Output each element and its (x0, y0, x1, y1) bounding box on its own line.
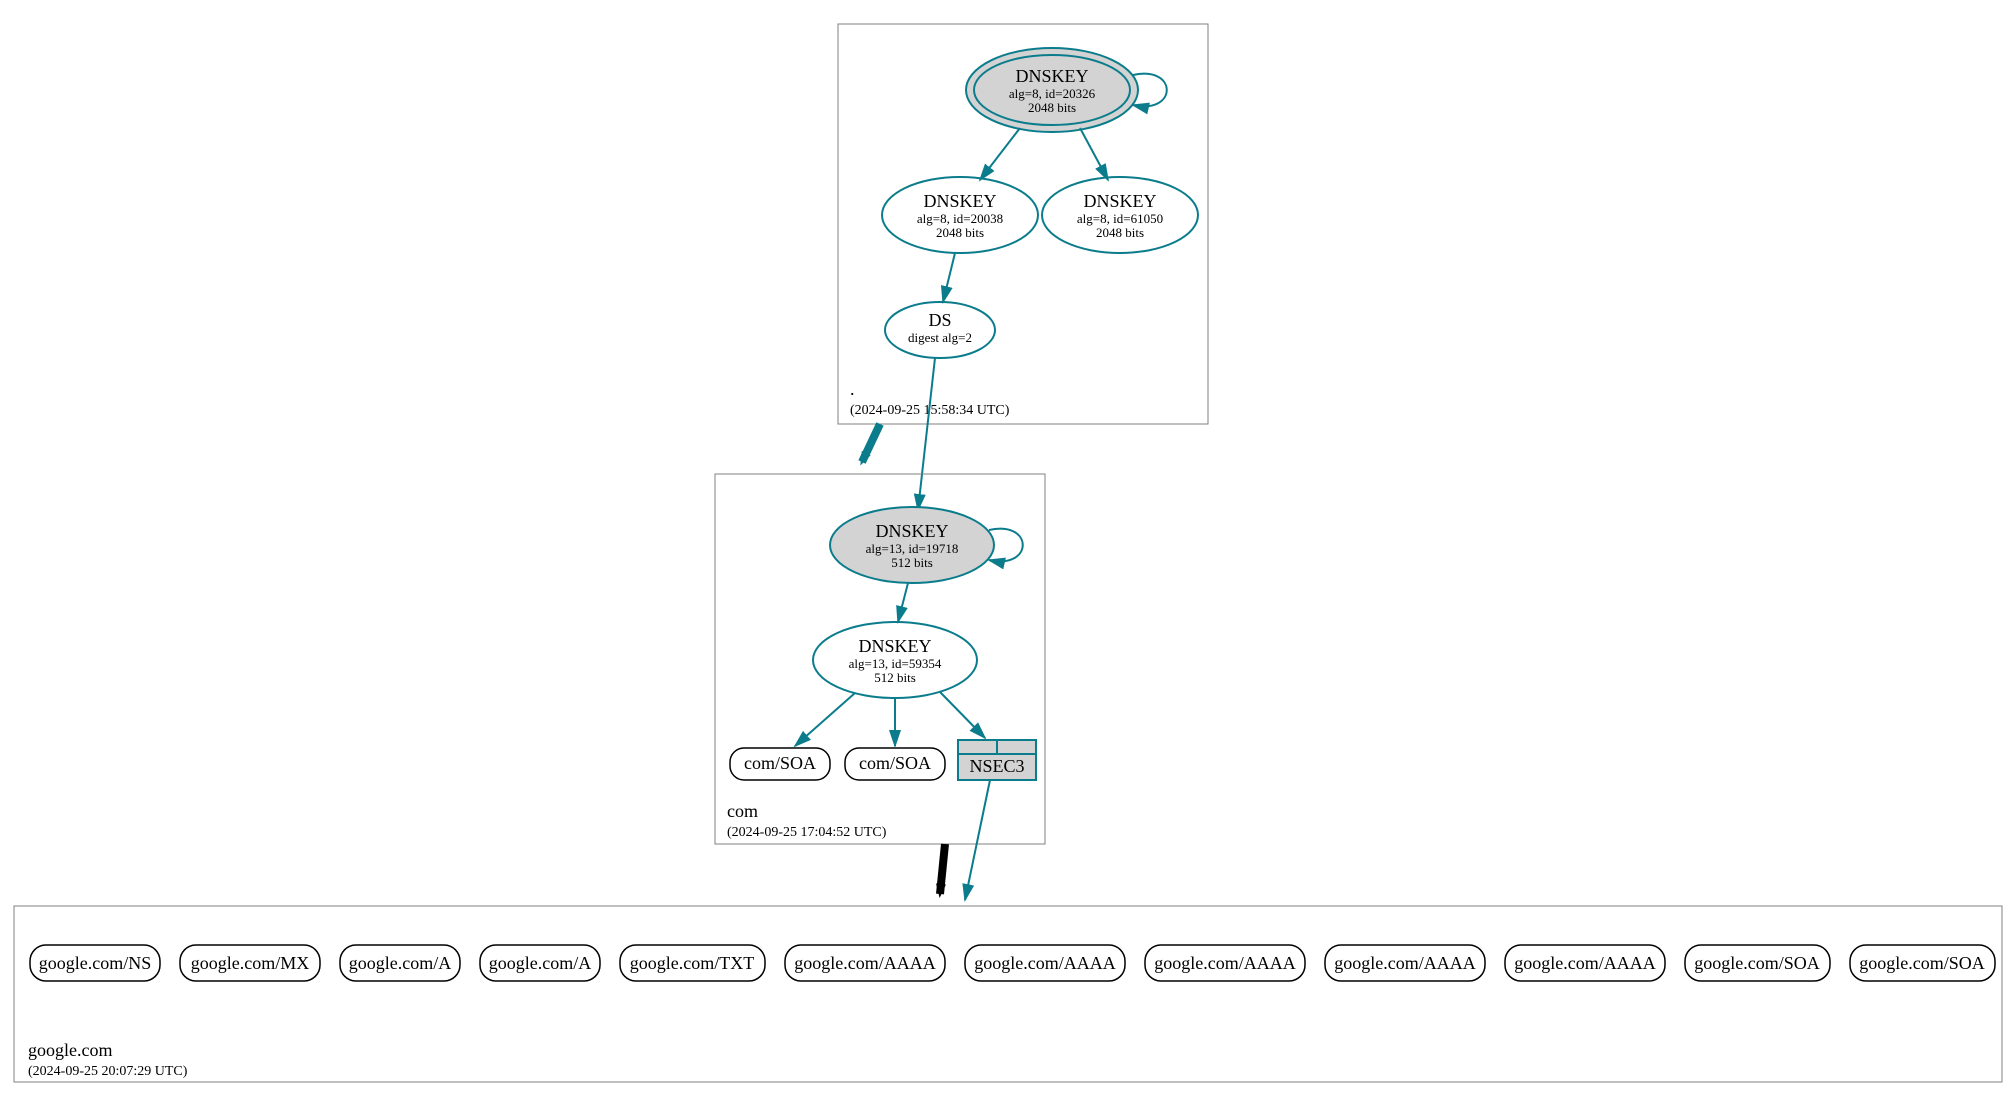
edge-root-ksk-zsk1 (980, 128, 1020, 180)
svg-text:digest alg=2: digest alg=2 (908, 330, 972, 345)
zone-box-google (14, 906, 2002, 1082)
svg-text:DNSKEY: DNSKEY (858, 636, 931, 656)
svg-text:NSEC3: NSEC3 (969, 756, 1024, 776)
svg-text:com/SOA: com/SOA (859, 753, 931, 773)
nsec3-box: NSEC3 (958, 740, 1036, 780)
svg-text:google.com/AAAA: google.com/AAAA (1514, 953, 1655, 973)
record-google-5: google.com/AAAA (785, 945, 945, 981)
svg-text:alg=13, id=59354: alg=13, id=59354 (849, 656, 942, 671)
record-google-1: google.com/MX (180, 945, 320, 981)
svg-text:alg=8, id=20326: alg=8, id=20326 (1009, 86, 1096, 101)
record-google-6: google.com/AAAA (965, 945, 1125, 981)
svg-text:google.com/A: google.com/A (349, 953, 451, 973)
edge-com-zsk-nsec3 (940, 692, 985, 738)
dnssec-diagram: . (2024-09-25 15:58:34 UTC) DNSKEY alg=8… (0, 0, 2016, 1094)
zone-timestamp-com: (2024-09-25 17:04:52 UTC) (727, 825, 887, 840)
record-com-soa-1: com/SOA (730, 748, 830, 780)
svg-text:google.com/AAAA: google.com/AAAA (794, 953, 935, 973)
zone-label-com: com (727, 801, 758, 821)
record-com-soa-2: com/SOA (845, 748, 945, 780)
zone-label-root: . (850, 379, 855, 399)
svg-text:alg=8, id=20038: alg=8, id=20038 (917, 211, 1003, 226)
svg-text:google.com/NS: google.com/NS (39, 953, 152, 973)
record-google-0: google.com/NS (30, 945, 160, 981)
dnskey-com-ksk: DNSKEY alg=13, id=19718 512 bits (830, 507, 994, 583)
svg-text:alg=8, id=61050: alg=8, id=61050 (1077, 211, 1163, 226)
svg-text:512 bits: 512 bits (874, 670, 916, 685)
edge-ds-to-com-ksk (918, 358, 935, 510)
dnskey-root-zsk2: DNSKEY alg=8, id=61050 2048 bits (1042, 177, 1198, 253)
svg-text:google.com/AAAA: google.com/AAAA (974, 953, 1115, 973)
edge-root-ksk-zsk2 (1080, 128, 1108, 180)
svg-text:google.com/A: google.com/A (489, 953, 591, 973)
record-google-9: google.com/AAAA (1505, 945, 1665, 981)
svg-text:google.com/SOA: google.com/SOA (1859, 953, 1985, 973)
zone-timestamp-google: (2024-09-25 20:07:29 UTC) (28, 1064, 188, 1079)
edge-com-ksk-zsk (898, 583, 908, 622)
svg-text:google.com/AAAA: google.com/AAAA (1334, 953, 1475, 973)
record-google-2: google.com/A (340, 945, 460, 981)
edge-nsec3-to-google (965, 780, 990, 900)
svg-text:DNSKEY: DNSKEY (923, 191, 996, 211)
edge-zone-root-to-com (862, 424, 880, 462)
record-google-3: google.com/A (480, 945, 600, 981)
record-google-11: google.com/SOA (1850, 945, 1995, 981)
svg-text:2048 bits: 2048 bits (936, 225, 984, 240)
edge-zone-com-to-google (940, 844, 945, 894)
record-google-8: google.com/AAAA (1325, 945, 1485, 981)
svg-text:google.com/TXT: google.com/TXT (630, 953, 754, 973)
zone-label-google: google.com (28, 1040, 112, 1060)
svg-text:DNSKEY: DNSKEY (875, 521, 948, 541)
svg-text:DNSKEY: DNSKEY (1015, 66, 1088, 86)
svg-text:com/SOA: com/SOA (744, 753, 816, 773)
edge-com-zsk-soa1 (795, 693, 855, 746)
svg-text:google.com/MX: google.com/MX (191, 953, 310, 973)
svg-text:DS: DS (928, 310, 951, 330)
svg-text:google.com/AAAA: google.com/AAAA (1154, 953, 1295, 973)
dnskey-root-ksk: DNSKEY alg=8, id=20326 2048 bits (966, 48, 1138, 132)
dnskey-root-zsk1: DNSKEY alg=8, id=20038 2048 bits (882, 177, 1038, 253)
svg-text:alg=13, id=19718: alg=13, id=19718 (866, 541, 959, 556)
svg-text:google.com/SOA: google.com/SOA (1694, 953, 1820, 973)
svg-text:2048 bits: 2048 bits (1096, 225, 1144, 240)
svg-text:2048 bits: 2048 bits (1028, 100, 1076, 115)
record-google-4: google.com/TXT (620, 945, 765, 981)
record-google-10: google.com/SOA (1685, 945, 1830, 981)
dnskey-com-zsk: DNSKEY alg=13, id=59354 512 bits (813, 622, 977, 698)
record-google-7: google.com/AAAA (1145, 945, 1305, 981)
svg-text:DNSKEY: DNSKEY (1083, 191, 1156, 211)
ds-root: DS digest alg=2 (885, 302, 995, 358)
edge-root-zsk1-ds (943, 253, 955, 302)
svg-text:512 bits: 512 bits (891, 555, 933, 570)
